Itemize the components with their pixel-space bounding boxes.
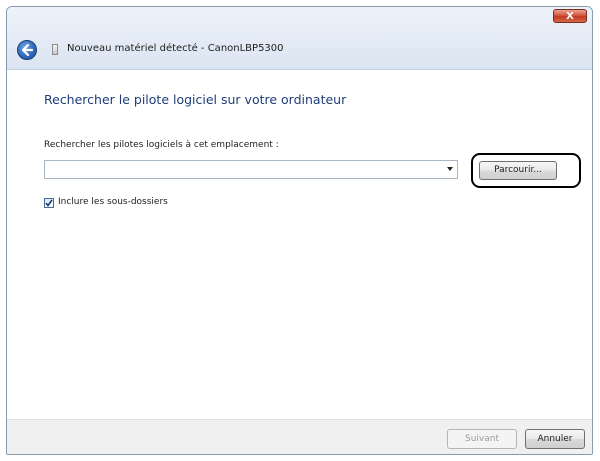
next-button[interactable]: Suivant <box>447 429 517 449</box>
wizard-window: X Nouveau matériel détecté - CanonLBP530… <box>6 6 593 455</box>
path-combobox[interactable] <box>44 160 458 179</box>
cancel-button[interactable]: Annuler <box>525 429 585 449</box>
hardware-device-icon <box>52 44 58 55</box>
page-heading: Rechercher le pilote logiciel sur votre … <box>44 92 347 107</box>
chevron-down-icon[interactable] <box>447 167 453 171</box>
title-bar: X Nouveau matériel détecté - CanonLBP530… <box>7 7 592 70</box>
close-button[interactable]: X <box>553 9 587 23</box>
window-title: Nouveau matériel détecté - CanonLBP5300 <box>67 43 284 54</box>
include-subfolders-label[interactable]: Inclure les sous-dossiers <box>58 197 168 207</box>
back-button[interactable] <box>17 40 37 60</box>
back-arrow-icon <box>21 44 33 56</box>
wizard-footer: Suivant Annuler <box>7 419 592 454</box>
checkmark-icon <box>45 199 53 207</box>
browse-button[interactable]: Parcourir... <box>479 161 557 180</box>
path-label: Rechercher les pilotes logiciels à cet e… <box>44 140 279 150</box>
include-subfolders-checkbox[interactable] <box>44 198 54 208</box>
path-input[interactable] <box>47 162 437 177</box>
wizard-content: Rechercher le pilote logiciel sur votre … <box>7 70 592 422</box>
